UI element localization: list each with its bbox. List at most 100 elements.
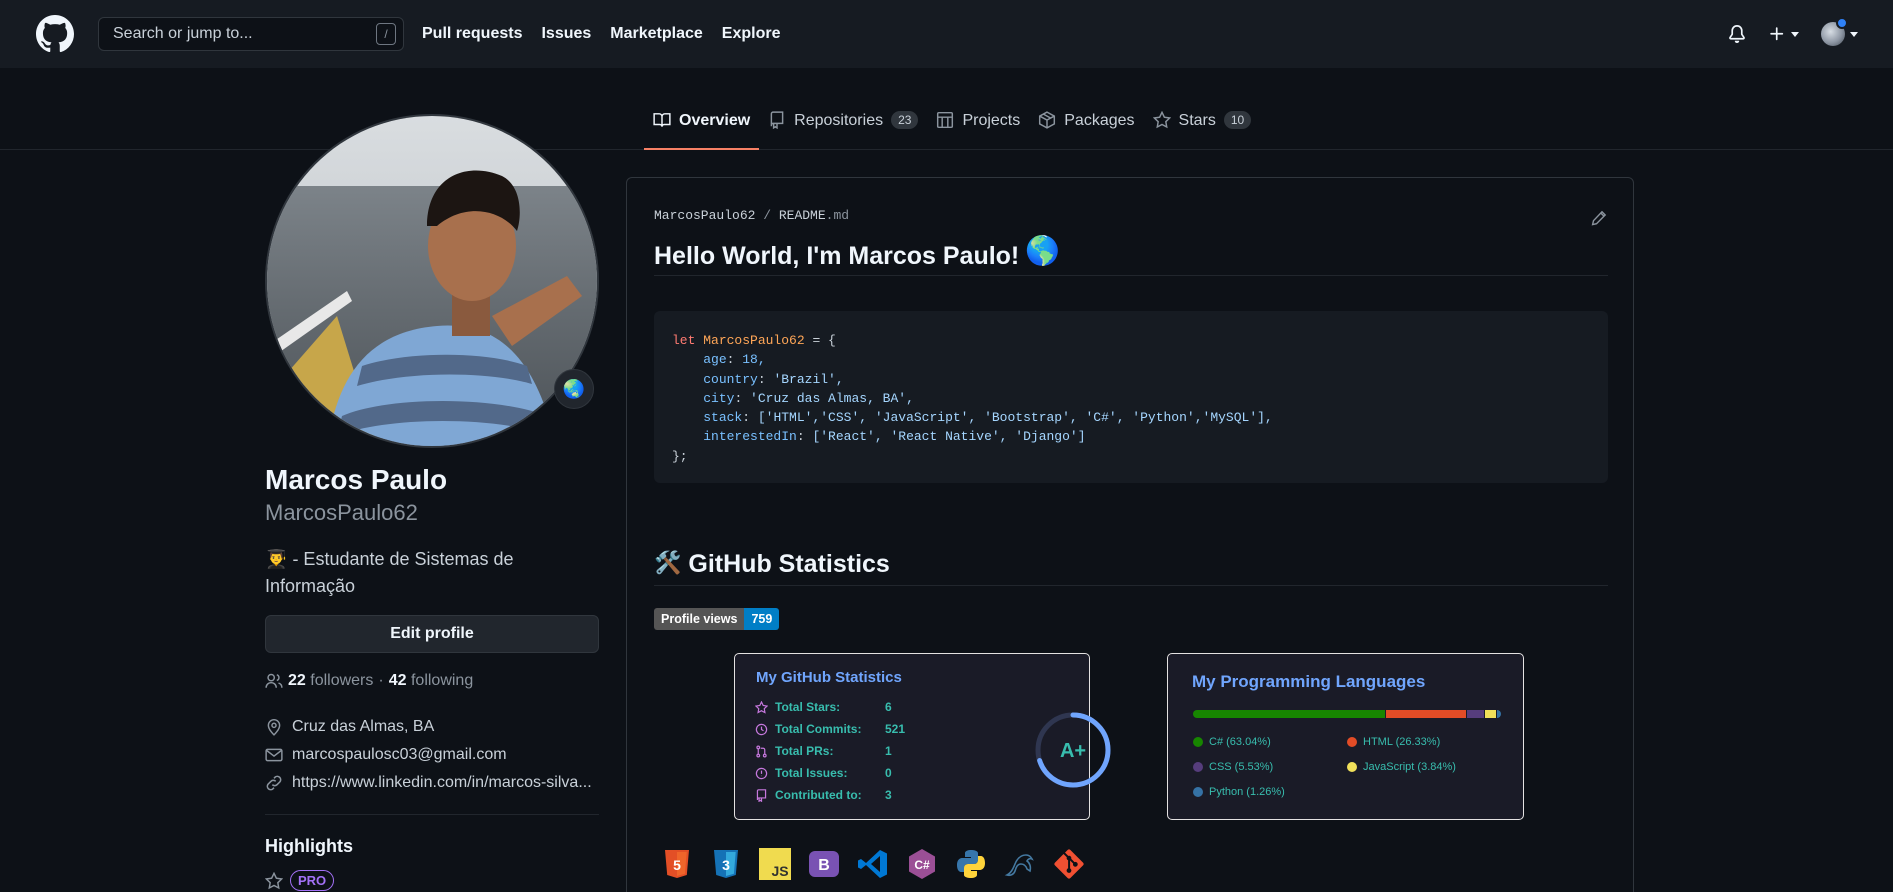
followers-link[interactable]: 22 followers: [288, 672, 373, 690]
readme-heading: Hello World, I'm Marcos Paulo! 🌎: [654, 235, 1608, 276]
vscode-icon: [858, 850, 887, 878]
python-icon: [957, 850, 985, 878]
language-bar-segment: [1385, 710, 1466, 718]
profile-tabs: Overview Repositories 23 Projects Packag…: [644, 111, 1261, 150]
highlights-heading: Highlights: [265, 836, 353, 856]
language-bar-segment: [1466, 710, 1484, 718]
readme-owner-link[interactable]: MarcosPaulo62: [654, 208, 755, 223]
user-menu-dropdown[interactable]: [1821, 17, 1858, 46]
html5-label: 5: [673, 857, 681, 873]
earth-globe-icon: 🌎: [1025, 235, 1061, 266]
caret-down-icon: [1850, 31, 1858, 37]
github-logo-icon[interactable]: [36, 15, 74, 53]
profile-views-badge: Profile views 759: [654, 608, 780, 630]
code-prop: age: [703, 352, 727, 368]
tab-projects-label: Projects: [962, 112, 1021, 129]
search-input[interactable]: Search or jump to... /: [98, 17, 404, 51]
language-item-python: Python (1.26%): [1193, 786, 1285, 798]
stat-label: Total Stars:: [775, 700, 841, 714]
code-block: let MarcosPaulo62 = { age: 18, country: …: [654, 311, 1608, 483]
languages-card-title: My Programming Languages: [1192, 672, 1426, 691]
nav-explore[interactable]: Explore: [722, 25, 781, 43]
star-icon: [755, 700, 768, 714]
stats-card-title: My GitHub Statistics: [756, 669, 902, 686]
code-keyword: let: [672, 333, 696, 348]
code-prop: interestedIn: [703, 429, 797, 445]
status-emoji-globe-icon: 🌏: [562, 378, 586, 399]
set-status-button[interactable]: 🌏: [554, 369, 594, 409]
stat-label: Total Issues:: [775, 766, 848, 780]
profile-login: MarcosPaulo62: [265, 500, 418, 525]
code-value: ['HTML','CSS', 'JavaScript', 'Bootstrap'…: [757, 410, 1273, 426]
breadcrumb-slash: /: [763, 208, 779, 223]
bootstrap-icon: B: [809, 851, 839, 877]
csharp-label: C#: [914, 858, 930, 872]
profile-avatar[interactable]: [265, 114, 599, 448]
following-link[interactable]: 42 following: [389, 672, 474, 690]
nav-pull-requests[interactable]: Pull requests: [422, 25, 522, 43]
followers-count: 22: [288, 672, 306, 689]
stars-count-badge: 10: [1223, 111, 1252, 129]
stat-value: 1: [885, 744, 892, 758]
repo-icon: [770, 111, 784, 129]
code-value: ['React', 'React Native', 'Django']: [812, 429, 1086, 445]
stats-heading-text: GitHub Statistics: [688, 550, 890, 578]
email-text: marcospaulosc03@gmail.com: [292, 746, 507, 763]
location-pin-icon: [267, 719, 281, 736]
readme-file-name[interactable]: README: [779, 208, 826, 223]
language-label: C# (63.04%): [1209, 736, 1271, 748]
package-icon: [1039, 111, 1056, 129]
mysql-icon: [1004, 854, 1034, 877]
language-bar-segment: [1497, 710, 1501, 718]
tab-overview[interactable]: Overview: [644, 112, 760, 150]
profile-views-label: Profile views: [654, 608, 745, 630]
people-icon: [265, 673, 283, 688]
stat-value: 6: [885, 700, 892, 714]
link-icon: [266, 775, 282, 791]
pencil-edit-icon[interactable]: [1591, 210, 1607, 226]
languages-card: My Programming Languages C# (63.04%) HTM…: [1167, 653, 1524, 820]
caret-down-icon: [1791, 31, 1799, 37]
follow-stats: 22 followers · 42 following: [265, 672, 473, 690]
website-item[interactable]: https://www.linkedin.com/in/marcos-silva…: [265, 774, 592, 792]
tab-projects[interactable]: Projects: [927, 111, 1029, 150]
tab-stars[interactable]: Stars 10: [1144, 111, 1261, 150]
code-value: 18,: [742, 352, 766, 368]
nav-marketplace[interactable]: Marketplace: [610, 25, 703, 43]
pull-request-icon: [756, 745, 767, 757]
profile-views-count: 759: [744, 608, 780, 630]
readme-file-ext: .md: [825, 208, 850, 223]
stat-row-commits: Total Commits: 521: [755, 722, 905, 736]
plus-icon: [1770, 27, 1784, 41]
nav-issues[interactable]: Issues: [541, 25, 591, 43]
create-new-dropdown[interactable]: [1768, 25, 1799, 43]
pro-highlight: PRO: [265, 870, 335, 891]
stat-value: 3: [885, 788, 892, 802]
edit-profile-button[interactable]: Edit profile: [265, 615, 599, 653]
stat-label: Contributed to:: [775, 788, 862, 802]
profile-bio: 👨‍🎓 - Estudante de Sistemas de Informaçã…: [265, 546, 545, 600]
tab-repositories[interactable]: Repositories 23: [759, 111, 927, 150]
email-item[interactable]: marcospaulosc03@gmail.com: [265, 746, 507, 764]
profile-bio-text: - Estudante de Sistemas de Informação: [265, 549, 514, 596]
code-close: };: [672, 448, 688, 464]
stat-row-contributed: Contributed to: 3: [755, 788, 892, 802]
star-icon: [1152, 111, 1171, 129]
readme-breadcrumb: MarcosPaulo62 / README.md: [654, 208, 849, 223]
language-color-dot: [1193, 737, 1203, 747]
language-label: CSS (5.53%): [1209, 761, 1274, 773]
language-item-html: HTML (26.33%): [1347, 736, 1440, 748]
bootstrap-label: B: [818, 857, 830, 874]
stat-value: 0: [885, 766, 892, 780]
language-bar-segment: [1193, 710, 1385, 718]
rank-grade: A+: [1060, 740, 1086, 762]
top-header: Search or jump to... / Pull requests Iss…: [0, 0, 1893, 68]
github-stats-card: My GitHub Statistics Total Stars: 6 Tota…: [734, 653, 1111, 820]
javascript-label: JS: [771, 863, 788, 879]
language-color-dot: [1347, 762, 1357, 772]
code-variable: MarcosPaulo62: [703, 333, 805, 348]
code-prop: stack: [703, 410, 743, 426]
language-label: Python (1.26%): [1209, 786, 1285, 798]
bell-icon[interactable]: [1728, 25, 1746, 43]
tab-packages[interactable]: Packages: [1029, 111, 1143, 150]
